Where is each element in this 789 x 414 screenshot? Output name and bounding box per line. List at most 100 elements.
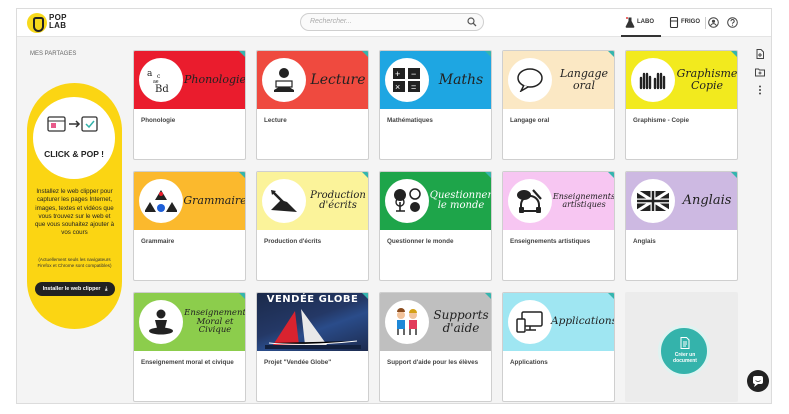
create-document-button[interactable]: Créer un document	[658, 325, 710, 377]
card-label: Graphisme - Copie	[633, 117, 689, 124]
promo-description: Installez le web clipper pour capturer l…	[34, 188, 115, 237]
card-title-art: VENDÉE GLOBE	[266, 294, 359, 305]
card-grammaire[interactable]: Grammaire Grammaire	[133, 171, 246, 281]
card-langage-oral[interactable]: Langage oral Langage oral	[502, 50, 615, 160]
fridge-icon	[669, 17, 679, 28]
new-document-icon[interactable]	[755, 49, 765, 59]
card-enseignement-moral-civique[interactable]: Enseignement Moral et Civique Enseigneme…	[133, 292, 246, 402]
promo-badge: CLICK & POP !	[33, 97, 115, 179]
card-questionner-le-monde[interactable]: Questionner le monde Questionner le mond…	[379, 171, 492, 281]
card-support-aide[interactable]: Supports d'aide Support d'aide pour les …	[379, 292, 492, 402]
card-title-art: Enseignements artistiques	[552, 191, 615, 209]
card-title-art: Supports d'aide	[433, 308, 489, 335]
card-label: Lecture	[264, 117, 287, 124]
card-title-art: Graphisme Copie	[676, 67, 738, 92]
card-corner	[362, 293, 368, 299]
sidebar: MES PARTAGES CLICK & POP ! Installez le …	[17, 38, 128, 403]
speech-bubble-icon	[517, 68, 543, 92]
svg-text:Bd: Bd	[155, 84, 169, 94]
logo-text-lab: LAB	[49, 21, 67, 30]
promo-note: (Actuellement seuls les navigateurs Fire…	[37, 257, 112, 268]
card-label: Langage oral	[510, 117, 550, 124]
devices-icon	[516, 311, 543, 333]
card-label: Mathématiques	[387, 117, 433, 124]
svg-text:a: a	[147, 69, 153, 79]
card-label: Anglais	[633, 238, 656, 245]
new-folder-icon[interactable]	[755, 67, 765, 77]
card-label: Support d'aide pour les élèves	[387, 359, 479, 366]
card-label: Production d'écrits	[264, 238, 322, 245]
card-anglais[interactable]: Anglais Anglais	[625, 171, 738, 281]
poplab-logo[interactable]: POP LAB	[27, 13, 77, 33]
math-symbols-icon: + − × =	[393, 68, 420, 92]
card-enseignements-artistiques[interactable]: Enseignements artistiques Enseignements …	[502, 171, 615, 281]
card-title-art: Enseignement Moral et Civique	[184, 307, 246, 336]
card-graphisme-copie[interactable]: Graphisme Copie Graphisme - Copie	[625, 50, 738, 160]
top-header: POP LAB Rechercher... LABO FRIGO	[17, 9, 771, 37]
card-phonologie[interactable]: a c ae Bd Phonologie Phonologie	[133, 50, 246, 160]
card-lecture[interactable]: Lecture Lecture	[256, 50, 369, 160]
sidebar-heading[interactable]: MES PARTAGES	[30, 51, 76, 57]
web-clipper-promo: CLICK & POP ! Installez le web clipper p…	[27, 83, 122, 329]
svg-text:×: ×	[395, 82, 400, 92]
card-mathematiques[interactable]: + − × = Maths Mathématiques	[379, 50, 492, 160]
account-icon[interactable]	[708, 17, 719, 28]
create-document-label: Créer un document	[673, 352, 697, 364]
svg-text:+: +	[395, 69, 400, 79]
uk-flag-icon	[637, 191, 669, 211]
meditation-icon	[149, 309, 173, 335]
svg-text:=: =	[411, 82, 416, 92]
subject-grid: a c ae Bd Phonologie Phonologie Lecture Lec…	[133, 50, 743, 403]
hands-icon	[639, 72, 666, 90]
card-title-art: Langage oral	[559, 67, 609, 92]
world-icon	[394, 188, 421, 212]
card-title-art: Production d'écrits	[310, 189, 366, 211]
card-title-art: Applications	[551, 315, 615, 328]
more-options-icon[interactable]	[755, 85, 765, 95]
tab-labo[interactable]: LABO	[621, 9, 661, 37]
search-icon[interactable]	[467, 17, 477, 27]
card-label: Questionner le monde	[387, 238, 454, 245]
tab-frigo[interactable]: FRIGO	[665, 9, 705, 37]
document-icon	[680, 337, 690, 349]
logo-icon	[27, 13, 47, 33]
vendee-globe-image: VENDÉE GLOBE	[257, 293, 368, 351]
header-divider	[705, 17, 706, 29]
search-input[interactable]: Rechercher...	[300, 13, 484, 31]
tab-labo-label: LABO	[637, 19, 654, 25]
clipper-illustration-icon	[47, 116, 98, 132]
app-frame: POP LAB Rechercher... LABO FRIGO MES PAR…	[16, 8, 772, 404]
children-icon	[397, 308, 417, 335]
card-title-art: Grammaire	[183, 194, 246, 208]
card-label: Grammaire	[141, 238, 175, 245]
card-title-art: Anglais	[682, 193, 732, 209]
art-icon	[517, 189, 542, 213]
card-label: Enseignement moral et civique	[141, 359, 234, 366]
card-title-art: Phonologie	[183, 73, 246, 87]
svg-text:−: −	[411, 69, 416, 79]
chat-icon	[753, 376, 763, 387]
card-title-art: Lecture	[310, 71, 366, 88]
install-clipper-label: Installer le web clipper	[42, 286, 101, 292]
tab-frigo-label: FRIGO	[681, 19, 700, 25]
card-title-art: Questionner le monde	[429, 189, 492, 211]
search-placeholder: Rechercher...	[310, 18, 352, 25]
card-applications[interactable]: Applications Applications	[502, 292, 615, 402]
card-label: Projet "Vendée Globe"	[264, 359, 332, 366]
writing-hand-icon	[271, 190, 297, 212]
help-icon[interactable]	[727, 17, 738, 28]
card-label: Applications	[510, 359, 548, 366]
shapes-icon	[145, 190, 177, 212]
card-label: Phonologie	[141, 117, 176, 124]
download-icon: ⤓	[104, 286, 108, 292]
card-title-art: Maths	[438, 71, 484, 88]
reading-person-icon	[274, 68, 294, 92]
card-production-ecrits[interactable]: Production d'écrits Production d'écrits	[256, 171, 369, 281]
card-projet-vendee-globe[interactable]: VENDÉE GLOBE Projet "Vendée Globe"	[256, 292, 369, 402]
chat-button[interactable]	[747, 370, 769, 392]
letters-icon: a caeBd	[147, 69, 169, 94]
flask-icon	[625, 17, 635, 28]
sailboat-icon	[265, 309, 361, 349]
promo-title: CLICK & POP !	[44, 149, 104, 159]
install-clipper-button[interactable]: Installer le web clipper ⤓	[35, 282, 115, 296]
